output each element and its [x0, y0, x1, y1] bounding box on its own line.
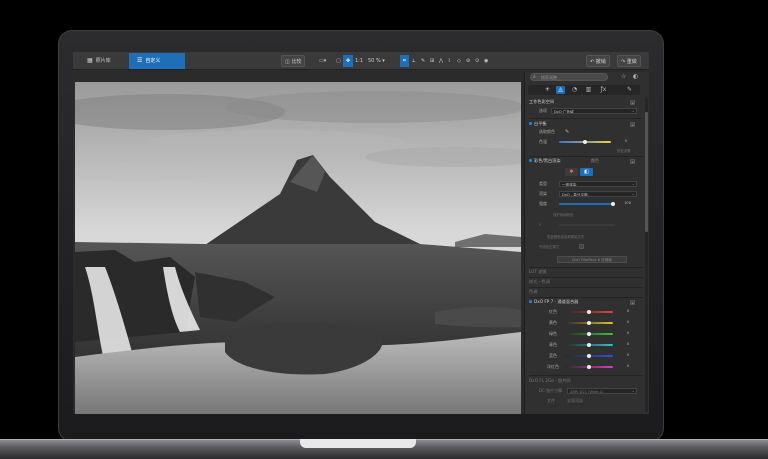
intensity-slider-knob[interactable]: [611, 202, 615, 206]
crop-icon: ⌗: [403, 58, 406, 64]
crop-tool-button[interactable]: ⌗: [400, 55, 409, 67]
local-tab-icon[interactable]: ✎: [625, 86, 634, 94]
horizon-icon: ⋀: [439, 58, 444, 64]
repair-icon: ◇: [457, 58, 461, 64]
detail-tab-icon[interactable]: ◔: [570, 86, 579, 94]
working-space-select[interactable]: DxO 广色域: [551, 108, 637, 114]
section-menu-icon[interactable]: ≡: [630, 122, 635, 127]
section-menu-icon[interactable]: ≡: [630, 159, 635, 164]
straighten-icon: ⟂: [412, 58, 416, 64]
redeye-icon: ⊘: [466, 58, 471, 64]
eye-icon: ◉: [484, 58, 489, 64]
one-to-one-button[interactable]: 1:1: [352, 55, 366, 67]
enabled-dot-icon: [529, 300, 532, 303]
grid-icon: ▦: [87, 57, 93, 64]
eyedropper-icon[interactable]: ✎: [565, 128, 569, 136]
bw-mode-button[interactable]: ◧: [580, 168, 593, 176]
effects-tab-icon[interactable]: ƒx: [599, 86, 608, 94]
section-menu-icon[interactable]: ≡: [630, 100, 635, 105]
laptop-notch: [300, 439, 416, 448]
protect-colors-value: 0: [539, 223, 542, 227]
divider: [529, 297, 643, 298]
search-input[interactable]: ⌕ 搜索调整: [530, 73, 608, 81]
star-icon[interactable]: ☆: [621, 73, 626, 81]
intensity-slider[interactable]: [559, 203, 615, 205]
red-slider-knob[interactable]: [587, 310, 591, 314]
rendering-category-select[interactable]: 一般渲染: [559, 181, 637, 187]
color-tab-icon[interactable]: ◬: [556, 86, 565, 94]
adjustment-panel: ⌕ 搜索调整 ☆ ◐ ☀ ◬ ◔ ▥ ƒx ✎ 工作色彩空间 ≡ 选项 DxO …: [524, 72, 649, 414]
redo-icon: ↷: [621, 59, 626, 65]
magenta-slider-knob[interactable]: [587, 365, 591, 369]
color-wheel-icon: ✱: [569, 169, 574, 175]
eyedropper-icon: ✎: [421, 58, 426, 64]
undo-icon: ↶: [590, 59, 595, 65]
section-menu-icon[interactable]: ≡: [630, 300, 635, 305]
temperature-slider-knob[interactable]: [583, 140, 587, 144]
perspective-icon: ⊞: [430, 58, 435, 64]
undo-button[interactable]: ↶ 撤销: [586, 55, 610, 67]
light-tab-icon[interactable]: ☀: [543, 86, 552, 94]
film-engine-select[interactable]: ARRI D21 (Wide-C): [567, 388, 637, 394]
divider: [529, 156, 643, 157]
filmpack-button[interactable]: DxO FilmPack 6 试用版: [557, 256, 627, 263]
divider: [529, 277, 643, 278]
geometry-tab-icon[interactable]: ▥: [584, 86, 593, 94]
enabled-dot-icon: [529, 159, 532, 162]
watermark-icon: ⊙: [475, 58, 480, 64]
brush-icon: ⌇: [448, 58, 451, 64]
yellow-slider-knob[interactable]: [587, 321, 591, 325]
working-space-header[interactable]: 工作色彩空间: [529, 99, 554, 105]
protect-colors-slider[interactable]: [559, 224, 615, 226]
view-mode-dropdown[interactable]: ▭▾: [316, 55, 329, 67]
palette-tabs: ☀ ◬ ◔ ▥ ƒx ✎: [528, 85, 640, 95]
sliders-icon: ☰: [137, 57, 143, 64]
filmpack-2go-header[interactable]: DxO FL 2Go - 胶片网: [529, 378, 571, 384]
compare-icon: ◫: [285, 59, 290, 65]
toggle-icon[interactable]: ◐: [633, 73, 638, 81]
tab-photo-library[interactable]: ▦ 照片库: [79, 53, 119, 69]
tone-header[interactable]: 色调: [529, 289, 537, 295]
frame-icon: ▭▾: [319, 58, 327, 64]
move-icon: ✥: [346, 58, 351, 64]
tab-customize[interactable]: ☰ 自定义: [129, 53, 185, 69]
color-rendering-header[interactable]: 彩色/黑白渲染: [529, 158, 561, 164]
divider: [529, 118, 643, 119]
straighten-tool-button[interactable]: ⟂: [409, 55, 418, 67]
color-mode-button[interactable]: ✱: [565, 168, 578, 176]
fit-icon: ▢: [336, 58, 341, 64]
landscape-photo: [75, 82, 521, 414]
app-window: ▦ 照片库 ☰ 自定义 ◫ 比较 ▭▾ ▢ ✥ 1:1 50 % ▾ ⌗ ⟂ ✎ ⊞…: [73, 52, 649, 414]
divider: [529, 267, 643, 268]
local-adjust-button[interactable]: ⌇: [445, 55, 453, 67]
lut-header[interactable]: LUT 滤镜: [529, 269, 546, 275]
search-icon: ⌕: [533, 74, 536, 80]
white-balance-header[interactable]: 白平衡: [529, 121, 547, 127]
blue-slider-knob[interactable]: [587, 354, 591, 358]
enabled-dot-icon: [529, 122, 532, 125]
channel-mixer-header[interactable]: DxO FP 7 - 通道混合器: [529, 299, 578, 305]
panel-scroll-thumb[interactable]: [645, 112, 648, 232]
rendering-select[interactable]: DxO - 高分平衡: [559, 191, 637, 197]
light-mode-toggle[interactable]: [579, 244, 584, 249]
redo-button[interactable]: ↷ 重做: [617, 55, 641, 67]
cyan-slider-knob[interactable]: [587, 343, 591, 347]
top-toolbar: ▦ 照片库 ☰ 自定义 ◫ 比较 ▭▾ ▢ ✥ 1:1 50 % ▾ ⌗ ⟂ ✎ ⊞…: [73, 52, 649, 70]
bw-icon: ◧: [584, 169, 589, 175]
compare-button[interactable]: ◫ 比较: [281, 55, 306, 67]
divider: [529, 287, 643, 288]
preview-toggle-button[interactable]: ◉: [481, 55, 491, 67]
zoom-dropdown[interactable]: 50 % ▾: [365, 55, 388, 67]
divider: [529, 375, 643, 376]
photo-preview[interactable]: [75, 82, 521, 414]
style-tone-header[interactable]: 样式 - 色调: [529, 279, 550, 285]
green-slider-knob[interactable]: [587, 332, 591, 336]
